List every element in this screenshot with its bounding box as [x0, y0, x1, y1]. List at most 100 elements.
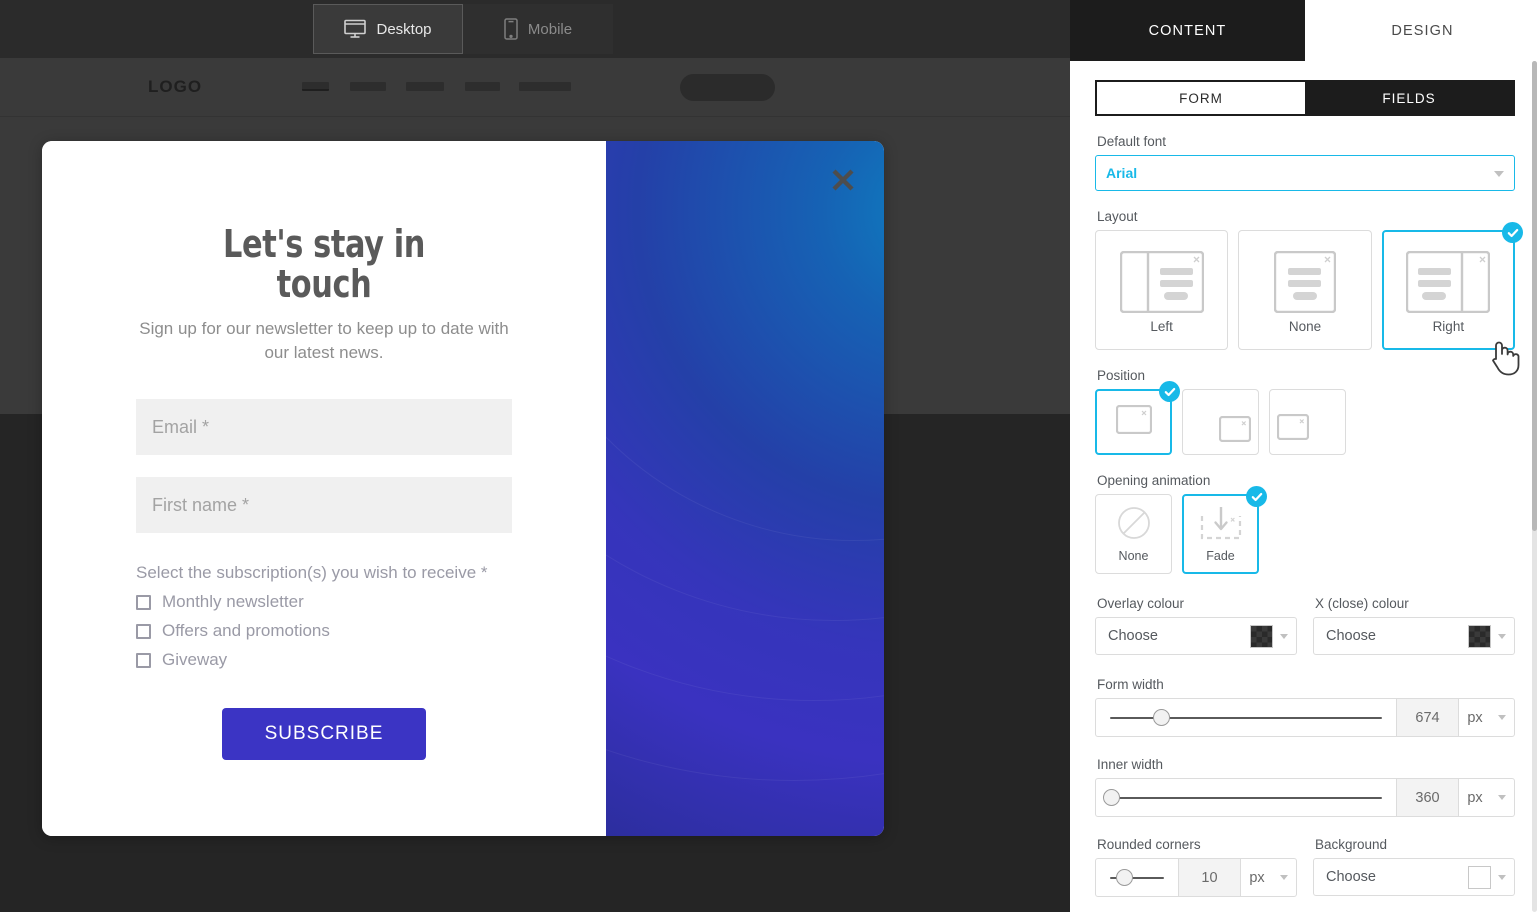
tab-content[interactable]: CONTENT	[1070, 0, 1305, 61]
mock-logo: LOGO	[148, 77, 202, 97]
position-option-group	[1095, 389, 1515, 455]
x-close-colour-swatch[interactable]	[1468, 625, 1491, 648]
sidebar-scrollbar-thumb[interactable]	[1532, 61, 1537, 531]
slider-track	[1110, 717, 1382, 719]
animation-option-fade[interactable]: Fade	[1182, 494, 1259, 574]
slider-thumb[interactable]	[1153, 709, 1170, 726]
monitor-icon	[344, 19, 366, 39]
layout-label: Layout	[1097, 209, 1515, 224]
selected-check-icon	[1502, 222, 1523, 243]
chevron-down-icon	[1498, 715, 1506, 720]
first-name-field[interactable]: First name *	[136, 477, 512, 533]
form-width-value[interactable]: 674	[1396, 699, 1458, 736]
background-label: Background	[1315, 837, 1515, 852]
email-field[interactable]: Email *	[136, 399, 512, 455]
inner-width-slider[interactable]	[1096, 779, 1396, 816]
animation-option-none[interactable]: None	[1095, 494, 1172, 574]
overlay-colour-select[interactable]: Choose	[1095, 617, 1297, 655]
inner-width-value[interactable]: 360	[1396, 779, 1458, 816]
chevron-down-icon	[1494, 171, 1504, 177]
form-inner-container: Let's stay in touch Sign up for our news…	[136, 225, 512, 760]
rounded-corners-unit-select[interactable]: px	[1240, 859, 1296, 896]
chevron-down-icon	[1498, 875, 1506, 880]
rounded-corners-slider[interactable]	[1096, 859, 1178, 896]
mock-nav-item	[519, 82, 571, 91]
x-close-colour-label: X (close) colour	[1315, 596, 1515, 611]
default-font-select[interactable]: Arial	[1095, 155, 1515, 191]
mock-site-header: LOGO	[0, 58, 1070, 117]
checkbox-label: Monthly newsletter	[162, 592, 304, 612]
form-width-label: Form width	[1097, 677, 1515, 692]
checkbox-offers-promotions[interactable]: Offers and promotions	[136, 621, 512, 641]
app-root: Desktop Mobile LOGO	[0, 0, 1540, 912]
device-toggle-mobile[interactable]: Mobile	[463, 4, 613, 54]
layout-right-icon	[1406, 247, 1490, 317]
checkbox-label: Giveway	[162, 650, 227, 670]
chevron-down-icon	[1498, 795, 1506, 800]
colour-row: Overlay colour Choose X (close) colour C…	[1095, 578, 1515, 655]
bottom-row: Rounded corners 10 px Backg	[1095, 837, 1515, 897]
checkbox-monthly-newsletter[interactable]: Monthly newsletter	[136, 592, 512, 612]
newsletter-form-modal: Let's stay in touch Sign up for our news…	[42, 141, 884, 836]
layout-option-none-label: None	[1289, 319, 1321, 334]
rounded-corners-unit: px	[1249, 870, 1264, 886]
device-toggle-desktop-label: Desktop	[376, 21, 431, 38]
position-option-center[interactable]	[1095, 389, 1172, 455]
layout-option-left-label: Left	[1150, 319, 1173, 334]
tab-form[interactable]: FORM	[1097, 82, 1305, 114]
checkbox-giveway[interactable]: Giveway	[136, 650, 512, 670]
no-animation-icon	[1117, 506, 1151, 545]
device-toggle-desktop[interactable]: Desktop	[313, 4, 463, 54]
x-close-colour-select[interactable]: Choose	[1313, 617, 1515, 655]
close-x-icon[interactable]	[826, 163, 860, 197]
device-toggle-group: Desktop Mobile	[313, 4, 613, 54]
tab-design[interactable]: DESIGN	[1305, 0, 1540, 61]
x-close-colour-value: Choose	[1326, 628, 1376, 644]
slider-track	[1110, 797, 1382, 799]
inner-width-unit-select[interactable]: px	[1458, 779, 1514, 816]
phone-icon	[504, 18, 518, 40]
mock-nav-item	[350, 82, 386, 91]
subscribe-button[interactable]: SUBSCRIBE	[222, 708, 426, 760]
layout-option-none[interactable]: None	[1238, 230, 1371, 350]
layout-option-left[interactable]: Left	[1095, 230, 1228, 350]
background-colour-swatch[interactable]	[1468, 866, 1491, 889]
chevron-down-icon	[1280, 634, 1288, 639]
settings-sidebar: CONTENT DESIGN FORM FIELDS Default font …	[1070, 0, 1540, 912]
fade-in-icon	[1200, 506, 1242, 545]
position-option-bottom-right[interactable]	[1182, 389, 1259, 455]
checkbox-icon[interactable]	[136, 653, 151, 668]
position-bottom-left-icon	[1277, 414, 1309, 445]
opening-animation-label: Opening animation	[1097, 473, 1515, 488]
form-preview-area: Desktop Mobile LOGO	[0, 0, 1070, 912]
form-width-slider-row: 674 px	[1095, 698, 1515, 737]
mock-nav-item	[465, 82, 500, 91]
form-width-unit-select[interactable]: px	[1458, 699, 1514, 736]
position-bottom-right-icon	[1219, 416, 1251, 447]
animation-option-fade-label: Fade	[1206, 549, 1235, 563]
inner-width-label: Inner width	[1097, 757, 1515, 772]
mock-cta-button	[680, 74, 775, 101]
settings-panel: FORM FIELDS Default font Arial Layout	[1070, 61, 1540, 912]
sidebar-scrollbar-track[interactable]	[1532, 61, 1537, 912]
layout-option-right[interactable]: Right	[1382, 230, 1515, 350]
overlay-colour-swatch[interactable]	[1250, 625, 1273, 648]
rounded-corners-value[interactable]: 10	[1178, 859, 1240, 896]
decorative-arc	[606, 141, 884, 836]
slider-thumb[interactable]	[1116, 869, 1133, 886]
checkbox-icon[interactable]	[136, 595, 151, 610]
default-font-label: Default font	[1097, 134, 1515, 149]
inner-width-slider-row: 360 px	[1095, 778, 1515, 817]
background-colour-select[interactable]: Choose	[1313, 858, 1515, 896]
checkbox-icon[interactable]	[136, 624, 151, 639]
layout-option-group: Left None	[1095, 230, 1515, 350]
inner-width-unit: px	[1467, 790, 1482, 806]
tab-fields[interactable]: FIELDS	[1305, 82, 1513, 114]
mock-nav-item	[406, 82, 444, 91]
layout-none-icon	[1274, 247, 1336, 317]
form-image-panel	[606, 141, 884, 836]
form-width-slider[interactable]	[1096, 699, 1396, 736]
slider-thumb[interactable]	[1103, 789, 1120, 806]
position-option-bottom-left[interactable]	[1269, 389, 1346, 455]
chevron-down-icon	[1498, 634, 1506, 639]
